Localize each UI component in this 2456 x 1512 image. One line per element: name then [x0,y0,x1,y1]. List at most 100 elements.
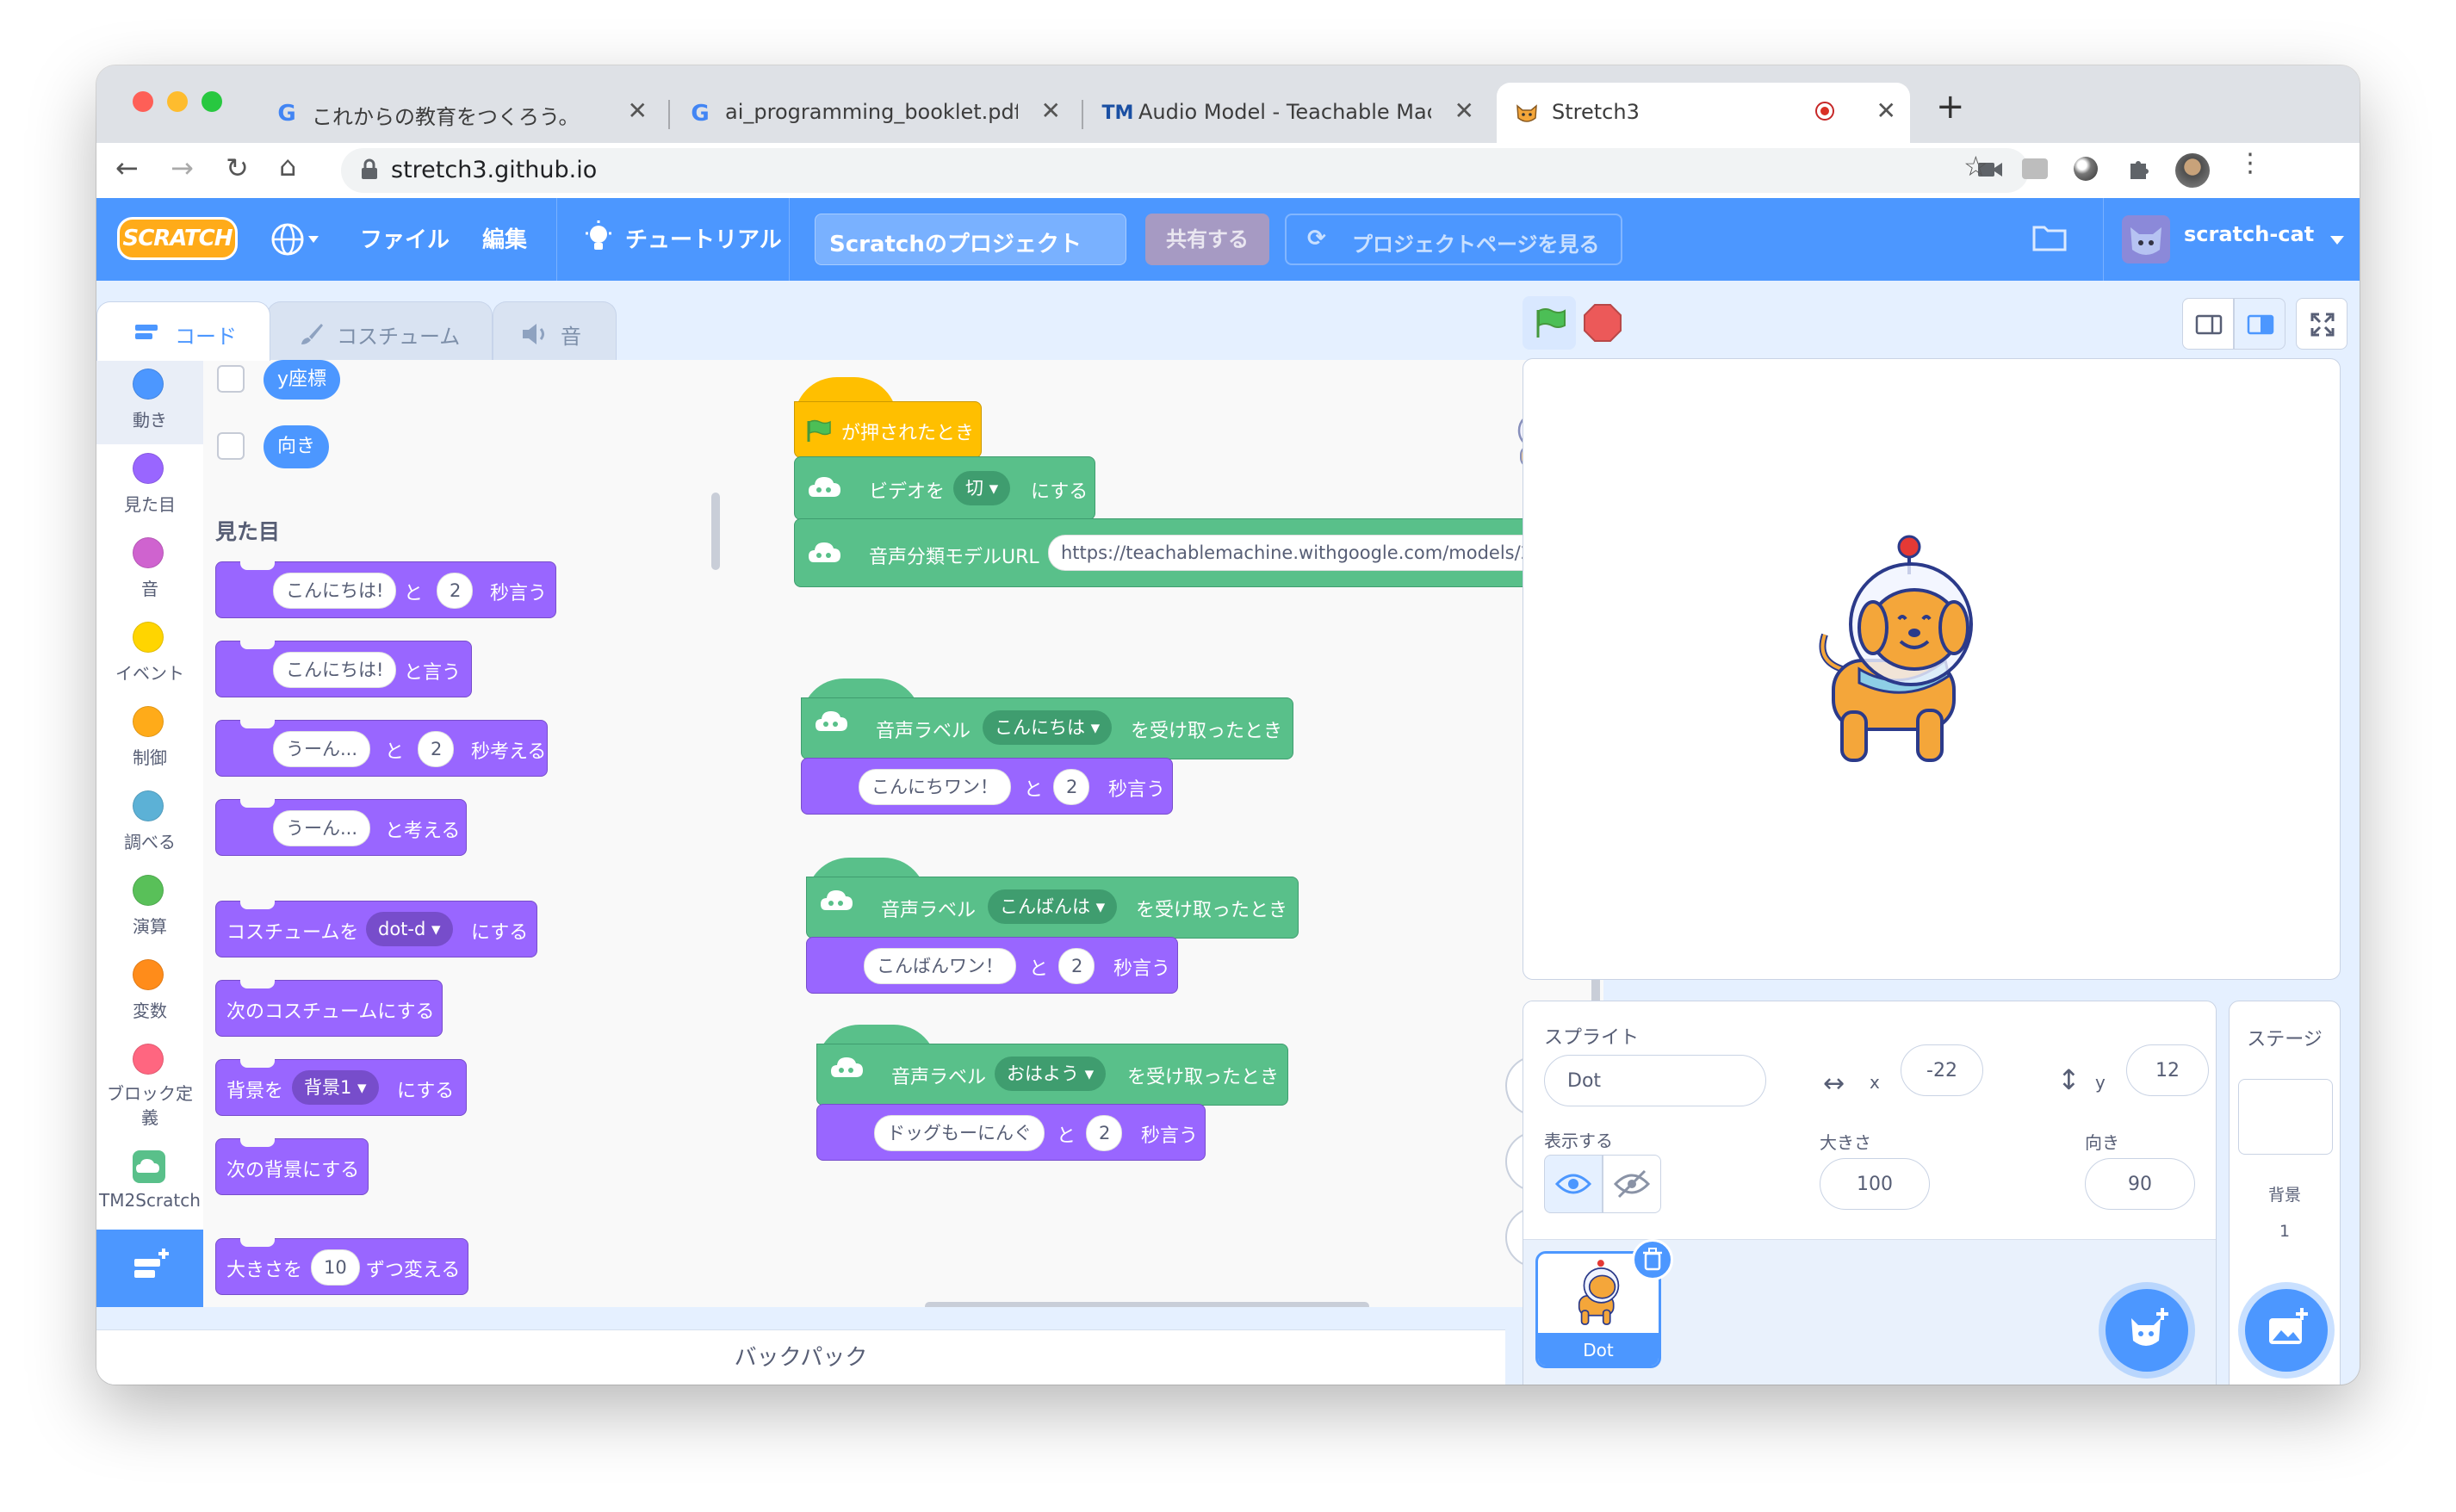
category-tm2scratch[interactable]: TM2Scratch [96,1143,203,1228]
block-audio-model-url[interactable]: 音声分類モデルURL https://teachablemachine.with… [794,518,1603,587]
see-project-page-button[interactable]: ⟳ プロジェクトページを見る [1285,214,1622,265]
browser-tab-2[interactable]: G ai_programming_booklet.pdf ✕ [670,83,1075,143]
close-tab-icon[interactable]: ✕ [1041,96,1061,125]
minimize-window-button[interactable] [167,91,188,112]
address-bar[interactable]: stretch3.github.io [341,148,2029,193]
tutorial-menu[interactable]: チュートリアル [625,222,782,254]
add-extension-button[interactable] [96,1230,203,1307]
checkbox-direction[interactable] [217,432,245,460]
script-horizontal-scrollbar[interactable] [925,1302,1369,1307]
show-sprite-button[interactable] [1544,1155,1603,1213]
close-tab-icon[interactable]: ✕ [628,96,648,125]
my-stuff-folder-icon[interactable] [2032,222,2067,257]
browser-tab-3[interactable]: TM Audio Model - Teachable Mach ✕ [1083,83,1488,143]
block-next-costume[interactable]: 次のコスチュームにする [215,980,443,1037]
block-next-backdrop[interactable]: 次の背景にする [215,1138,369,1195]
file-menu[interactable]: ファイル [360,222,450,254]
add-sprite-button[interactable] [2106,1289,2188,1372]
reload-icon[interactable]: ↻ [226,152,249,184]
category-sound[interactable]: 音 [96,529,203,613]
scratch-logo[interactable]: SCRATCH [117,217,238,260]
close-tab-icon[interactable]: ✕ [1454,96,1474,125]
fullscreen-button[interactable] [2296,298,2347,350]
block-say[interactable]: こんにちは! と言う [215,641,472,697]
backpack-header[interactable]: バックパック [96,1329,1505,1385]
horizontal-arrows-icon: ↔ [1823,1069,1845,1099]
home-icon[interactable]: ⌂ [279,150,296,183]
category-motion[interactable]: 動き [96,360,203,444]
category-control[interactable]: 制御 [96,697,203,782]
block-say-for-secs-3[interactable]: ドッグもーにんぐ と 2 秒言う [816,1104,1206,1161]
y-position-input[interactable]: 12 [2126,1044,2209,1096]
profile-avatar[interactable] [2175,153,2210,188]
block-change-size[interactable]: 大きさを 10 ずつ変える [215,1238,468,1295]
browser-tab-1[interactable]: G これからの教育をつくろう。 ✕ [257,83,661,143]
browser-tab-4-active[interactable]: Stretch3 ✕ [1497,83,1910,143]
new-tab-button[interactable]: + [1936,90,1965,124]
sprite-thumb-name: Dot [1583,1340,1614,1360]
block-say-for-secs-1[interactable]: こんにちワン！ と 2 秒言う [801,758,1173,815]
close-window-button[interactable] [133,91,153,112]
category-operators[interactable]: 演算 [96,866,203,951]
backdrop-thumbnail[interactable] [2238,1079,2333,1155]
remix-arrows-icon: ⟳ [1307,226,1326,251]
close-tab-icon[interactable]: ✕ [1876,96,1896,125]
category-sensing[interactable]: 調べる [96,782,203,866]
block-when-label-received-2[interactable]: 音声ラベル こんばんは ▾ を受け取ったとき [806,877,1299,939]
tab-sound[interactable]: 音 [493,301,617,361]
tm2scratch-icon [805,471,843,505]
block-say-for-secs-2[interactable]: こんばんワン！ と 2 秒言う [806,937,1178,994]
cast-icon[interactable] [2022,158,2048,179]
block-think-for-secs[interactable]: うーん... と 2 秒考える [215,720,548,777]
direction-input[interactable]: 90 [2085,1158,2195,1210]
bookmark-star-icon[interactable]: ☆ [1963,150,1988,183]
fullscreen-icon [2310,313,2335,337]
block-say-for-secs[interactable]: こんにちは! と 2 秒言う [215,561,556,618]
back-icon[interactable]: ← [115,152,139,184]
block-switch-backdrop[interactable]: 背景を 背景1 ▾ にする [215,1059,467,1116]
add-backdrop-button[interactable] [2245,1289,2328,1372]
browser-menu-icon[interactable]: ⋮ [2237,148,2263,178]
block-switch-costume[interactable]: コスチュームを dot-d ▾ にする [215,901,537,957]
green-flag-button[interactable] [1523,296,1576,350]
block-when-label-received-1[interactable]: 音声ラベル こんにちは ▾ を受け取ったとき [801,697,1293,759]
zoom-window-button[interactable] [202,91,222,112]
model-url-input[interactable]: https://teachablemachine.withgoogle.com/… [1048,535,1603,571]
checkbox-y[interactable] [217,365,245,393]
category-my-blocks[interactable]: ブロック定義 [96,1035,203,1143]
small-stage-button[interactable] [2182,298,2234,350]
hide-sprite-button[interactable] [1603,1155,1661,1213]
reporter-direction[interactable]: 向き [264,425,330,468]
share-button[interactable]: 共有する [1145,214,1269,265]
tab-costume[interactable]: コスチューム [267,301,493,361]
size-input[interactable]: 100 [1820,1158,1930,1210]
sprite-name-input[interactable]: Dot [1544,1055,1766,1106]
extension-circle-icon[interactable] [2074,157,2098,181]
forward-icon[interactable]: → [171,152,194,184]
username-menu[interactable]: scratch-cat [2184,222,2314,246]
stage-target-panel[interactable]: ステージ 背景 1 [2229,1001,2341,1385]
category-variables[interactable]: 変数 [96,951,203,1035]
large-stage-button[interactable] [2234,298,2285,350]
palette-scrollbar[interactable] [711,493,720,570]
stop-button[interactable] [1583,303,1622,346]
block-when-flag-clicked[interactable]: が押されたとき [794,401,982,458]
project-title-input[interactable]: Scratchのプロジェクト [815,214,1126,265]
category-looks[interactable]: 見た目 [96,444,203,529]
language-globe-icon[interactable] [270,220,322,262]
user-avatar[interactable] [2122,215,2170,263]
block-video-toggle[interactable]: ビデオを 切 ▾ にする [794,456,1095,520]
delete-sprite-button[interactable] [1632,1239,1673,1280]
chevron-down-icon[interactable] [2330,236,2344,245]
block-think[interactable]: うーん... と考える [215,799,467,856]
stage-canvas[interactable] [1523,358,2341,980]
block-when-label-received-3[interactable]: 音声ラベル おはよう ▾ を受け取ったとき [816,1044,1288,1106]
operators-dot [133,875,164,906]
category-events[interactable]: イベント [96,613,203,697]
puzzle-extensions-icon[interactable] [2125,155,2153,186]
trash-icon [1643,1248,1662,1271]
reporter-y-position[interactable]: y座標 [264,360,341,400]
edit-menu[interactable]: 編集 [482,222,527,254]
x-position-input[interactable]: -22 [1901,1044,1983,1096]
tab-code[interactable]: コード [96,301,270,361]
